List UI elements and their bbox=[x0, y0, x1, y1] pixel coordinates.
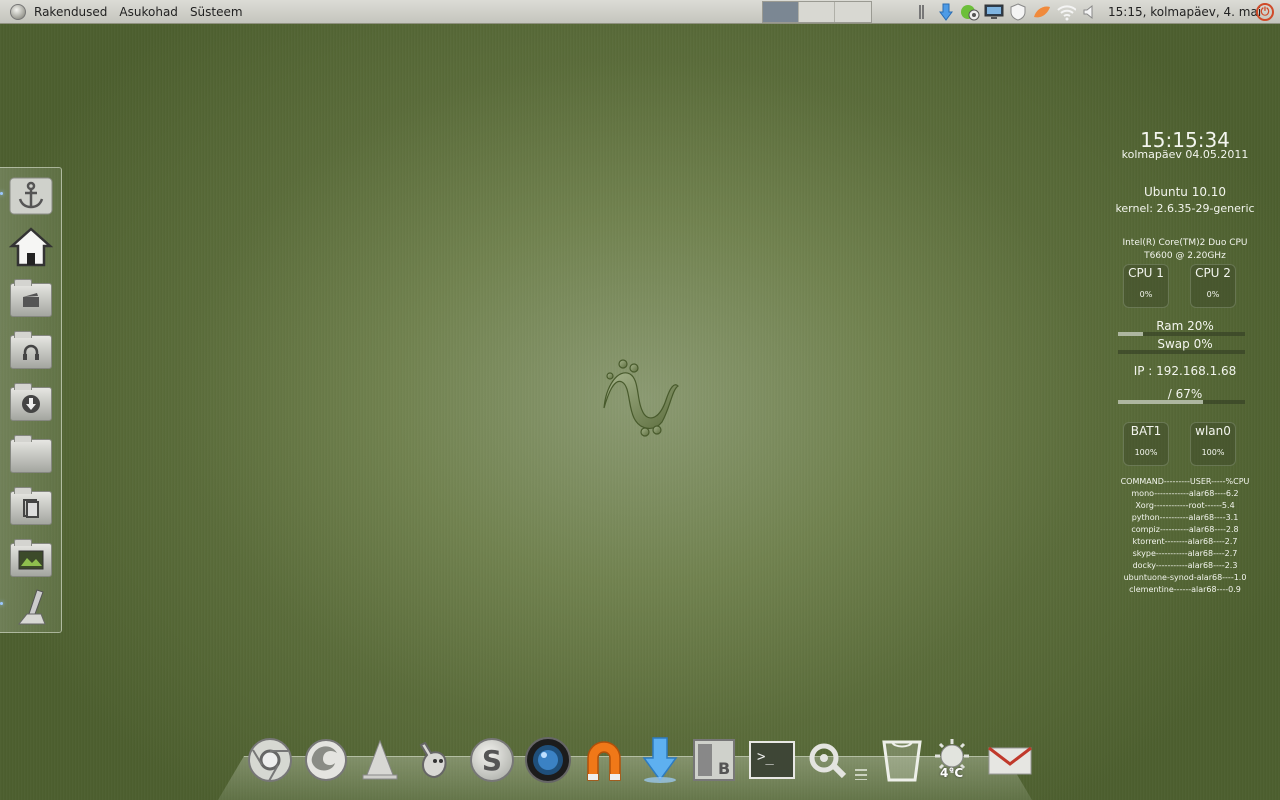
camera-lens-icon[interactable] bbox=[524, 736, 572, 784]
workspace-switcher bbox=[762, 1, 872, 23]
wifi-icon[interactable] bbox=[1056, 3, 1076, 21]
pictures-folder-icon[interactable] bbox=[8, 538, 54, 582]
trash-icon[interactable] bbox=[878, 736, 926, 784]
weather-temp: 4°C bbox=[940, 766, 964, 780]
cpu2-label: CPU 2 bbox=[1195, 266, 1231, 280]
volume-icon[interactable] bbox=[1080, 3, 1100, 21]
dock-separator bbox=[846, 736, 876, 784]
conky-cpu-speed: T6600 @ 2.20GHz bbox=[1144, 251, 1226, 261]
cpu1-label: CPU 1 bbox=[1128, 266, 1164, 280]
svg-text:B: B bbox=[718, 759, 730, 778]
cpu1-value: 0% bbox=[1139, 290, 1153, 299]
magnet-icon[interactable] bbox=[580, 736, 628, 784]
running-indicator bbox=[0, 602, 3, 605]
wlan-label: wlan0 bbox=[1195, 424, 1231, 438]
panel-clock[interactable]: 15:15, kolmapäev, 4. mai bbox=[1108, 5, 1261, 19]
chrome-icon[interactable] bbox=[246, 736, 294, 784]
shield-icon[interactable] bbox=[1008, 3, 1028, 21]
firefox-icon[interactable] bbox=[302, 736, 350, 784]
conky-disk: / 67% bbox=[1167, 387, 1203, 401]
process-row: mono------------alar68----6.2 bbox=[1131, 489, 1239, 498]
display-icon[interactable] bbox=[984, 3, 1004, 21]
home-folder-icon[interactable] bbox=[8, 225, 54, 269]
process-row: ubuntuone-synod-alar68----1.0 bbox=[1123, 573, 1247, 582]
download-arrow-icon[interactable] bbox=[936, 3, 956, 21]
menu-applications[interactable]: Rakendused bbox=[34, 5, 107, 19]
cpu2-value: 0% bbox=[1206, 290, 1220, 299]
skype-tray-icon[interactable] bbox=[1032, 3, 1052, 21]
power-icon[interactable]: ⏻ bbox=[1256, 3, 1274, 21]
documents-folder-icon[interactable] bbox=[8, 486, 54, 530]
wlan-gauge: wlan0 100% bbox=[1190, 422, 1236, 466]
workspace-1[interactable] bbox=[763, 2, 799, 22]
main-menu-logo-icon[interactable] bbox=[10, 3, 26, 20]
process-row: clementine------alar68----0.9 bbox=[1129, 585, 1241, 594]
weather-icon[interactable]: 4°C bbox=[930, 736, 978, 784]
download-manager-icon[interactable] bbox=[636, 736, 684, 784]
workspace-3[interactable] bbox=[835, 2, 871, 22]
system-tray bbox=[912, 2, 1100, 22]
conky-kernel: kernel: 2.6.35-29-generic bbox=[1115, 202, 1255, 215]
workspace-2[interactable] bbox=[799, 2, 835, 22]
menu-system[interactable]: Süsteem bbox=[190, 5, 243, 19]
process-row: docky-----------alar68----2.3 bbox=[1132, 561, 1238, 570]
conky-swap: Swap 0% bbox=[1157, 337, 1213, 351]
downloads-folder-icon[interactable] bbox=[8, 382, 54, 426]
music-folder-icon[interactable] bbox=[8, 330, 54, 374]
terminal-icon[interactable]: >_ bbox=[748, 736, 796, 784]
skype-icon[interactable]: S bbox=[468, 736, 516, 784]
process-row: skype-----------alar68----2.7 bbox=[1132, 549, 1238, 558]
conky-os: Ubuntu 10.10 bbox=[1143, 185, 1227, 199]
search-app-icon[interactable] bbox=[804, 736, 852, 784]
process-row: compiz----------alar68----2.8 bbox=[1131, 525, 1239, 534]
battery-value: 100% bbox=[1134, 448, 1158, 457]
wlan-value: 100% bbox=[1201, 448, 1225, 457]
pidgin-icon[interactable] bbox=[412, 736, 460, 784]
folder-icon[interactable] bbox=[8, 434, 54, 478]
process-row: ktorrent--------alar68----2.7 bbox=[1132, 537, 1238, 546]
conky-ip: IP : 192.168.1.68 bbox=[1133, 364, 1237, 378]
battery-label: BAT1 bbox=[1130, 424, 1162, 438]
anchor-icon[interactable] bbox=[8, 174, 54, 218]
desktop-logo bbox=[603, 359, 679, 437]
mail-icon[interactable] bbox=[986, 736, 1034, 784]
drag-handle-icon bbox=[912, 3, 932, 21]
messenger-icon[interactable] bbox=[960, 3, 980, 21]
conky-cpu-model: Intel(R) Core(TM)2 Duo CPU bbox=[1122, 238, 1248, 248]
process-row: python----------alar68----3.1 bbox=[1131, 513, 1239, 522]
vlc-icon[interactable] bbox=[356, 736, 404, 784]
running-indicator bbox=[0, 192, 3, 195]
menu-places[interactable]: Asukohad bbox=[119, 5, 178, 19]
process-header: COMMAND---------USER-----%CPU bbox=[1120, 477, 1250, 486]
process-row: Xorg------------root------5.4 bbox=[1135, 501, 1235, 510]
cpu1-gauge: CPU 1 0% bbox=[1123, 264, 1169, 308]
conky-ram: Ram 20% bbox=[1156, 319, 1214, 333]
video-folder-icon[interactable] bbox=[8, 278, 54, 322]
top-panel: Rakendused Asukohad Süsteem 15:15, kolma… bbox=[0, 0, 1280, 24]
cpu2-gauge: CPU 2 0% bbox=[1190, 264, 1236, 308]
calculator-icon[interactable]: B bbox=[690, 736, 738, 784]
battery-gauge: BAT1 100% bbox=[1123, 422, 1169, 466]
conky-date: kolmapäev 04.05.2011 bbox=[1121, 148, 1249, 161]
paintbrush-icon[interactable] bbox=[8, 584, 54, 628]
